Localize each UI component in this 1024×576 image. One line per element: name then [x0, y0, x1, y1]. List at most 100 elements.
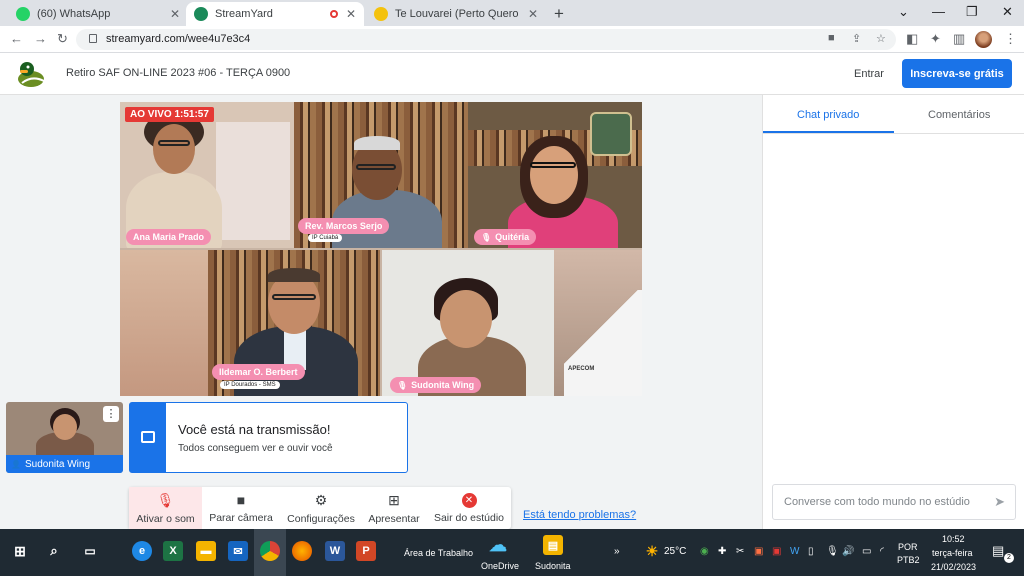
- streamyard-icon: [194, 7, 208, 21]
- mic-off-icon: 🎙: [156, 491, 175, 508]
- tray-app-icon[interactable]: W: [790, 546, 799, 557]
- broadcast-stage: AO VIVO 1:51:57 Ana Maria Prado Rev. Mar…: [120, 102, 642, 396]
- chat-input-placeholder: Converse com todo mundo no estúdio: [784, 496, 970, 508]
- minimize-icon[interactable]: —: [932, 4, 945, 19]
- tab-whatsapp[interactable]: (60) WhatsApp ✕: [8, 2, 188, 26]
- puzzle-icon[interactable]: ✦: [930, 31, 941, 47]
- studio-controls: 🎙 Ativar o som ■ Parar câmera ⚙ Configur…: [129, 487, 511, 529]
- profile-avatar[interactable]: [975, 31, 992, 48]
- tab-streamyard[interactable]: StreamYard ✕: [186, 2, 364, 26]
- notification-count: 2: [1004, 553, 1014, 563]
- reload-icon[interactable]: ↻: [57, 31, 68, 47]
- excel-icon[interactable]: X: [163, 541, 183, 561]
- tray-app-icon[interactable]: ▯: [808, 546, 814, 557]
- tab-te-louvarei[interactable]: Te Louvarei (Perto Quero Estar) - ✕: [366, 2, 546, 26]
- onedrive-label[interactable]: OneDrive: [481, 561, 519, 571]
- clock-weekday[interactable]: terça-feira: [932, 548, 973, 558]
- windows-taskbar: ⊞ ⌕ ▭ e X ▬ ✉ W P Área de Trabalho ☁ One…: [0, 529, 1024, 576]
- tray-app-icon[interactable]: ✚: [718, 546, 726, 557]
- self-name-bar: 👤 Sudonita Wing: [6, 455, 123, 473]
- temperature[interactable]: 25°C: [664, 546, 686, 557]
- browser-toolbar: ← → ↻ streamyard.com/wee4u7e3c4 ■ ⇪ ☆ ◧ …: [0, 26, 1024, 53]
- smiley-icon: [374, 7, 388, 21]
- powerpoint-icon[interactable]: P: [356, 541, 376, 561]
- clock-time[interactable]: 10:52: [942, 534, 965, 544]
- tray-app-icon[interactable]: ▣: [772, 546, 781, 557]
- share-icon[interactable]: ⇪: [852, 32, 861, 45]
- chat-input[interactable]: Converse com todo mundo no estúdio ➤: [772, 484, 1016, 520]
- signup-button[interactable]: Inscreva-se grátis: [902, 59, 1012, 88]
- microphone-icon[interactable]: 🎙: [826, 546, 839, 557]
- tray-app-icon[interactable]: ▣: [754, 546, 763, 557]
- onedrive-icon[interactable]: ☁: [488, 535, 508, 555]
- login-link[interactable]: Entrar: [854, 68, 884, 80]
- restore-icon[interactable]: ❐: [966, 4, 978, 20]
- weather-icon[interactable]: ☀: [642, 541, 662, 561]
- overflow-chevron-icon[interactable]: »: [614, 546, 620, 557]
- tab-search-icon[interactable]: ⌄: [898, 4, 909, 20]
- present-button[interactable]: ⊞ Apresentar: [363, 487, 425, 529]
- wifi-icon[interactable]: ◜: [880, 546, 884, 557]
- battery-icon[interactable]: ▭: [862, 546, 871, 557]
- glasses: [356, 164, 396, 170]
- leave-studio-button[interactable]: ✕ Sair do estúdio: [427, 487, 511, 529]
- mail-icon[interactable]: ✉: [228, 541, 248, 561]
- new-tab-icon[interactable]: +: [554, 4, 564, 24]
- edge-icon[interactable]: e: [132, 541, 152, 561]
- close-window-icon[interactable]: ✕: [1002, 4, 1013, 20]
- present-label: Apresentar: [368, 512, 420, 525]
- tray-app-icon[interactable]: ◉: [700, 546, 709, 557]
- having-problems-link[interactable]: Está tendo problemas?: [523, 509, 636, 521]
- send-icon[interactable]: ➤: [994, 494, 1005, 510]
- participant-face: [440, 290, 492, 348]
- stop-camera-button[interactable]: ■ Parar câmera: [205, 487, 277, 529]
- tab-private-chat[interactable]: Chat privado: [797, 109, 859, 121]
- extension-icon[interactable]: ◧: [906, 31, 918, 47]
- search-icon[interactable]: ⌕: [44, 541, 64, 561]
- notifications-icon[interactable]: ▤: [992, 543, 1004, 559]
- address-bar[interactable]: streamyard.com/wee4u7e3c4 ■ ⇪ ☆: [76, 29, 896, 50]
- side-panel-icon[interactable]: ▥: [953, 31, 965, 47]
- unmute-button[interactable]: 🎙 Ativar o som: [129, 487, 202, 529]
- close-tab-icon[interactable]: ✕: [528, 7, 538, 21]
- folder-icon[interactable]: ▤: [543, 535, 563, 555]
- settings-button[interactable]: ⚙ Configurações: [281, 487, 361, 529]
- back-icon[interactable]: ←: [10, 31, 23, 46]
- glasses: [530, 162, 576, 168]
- streamyard-logo: [18, 62, 45, 87]
- close-tab-icon[interactable]: ✕: [346, 7, 356, 21]
- participant-tile: 🎙 Quitéria: [468, 102, 642, 248]
- self-preview[interactable]: ⋮ 👤 Sudonita Wing: [6, 402, 123, 473]
- participant-name: 🎙 Quitéria: [474, 229, 537, 245]
- volume-icon[interactable]: 🔊: [842, 546, 854, 557]
- clock-date[interactable]: 21/02/2023: [931, 562, 976, 572]
- chrome-icon[interactable]: [260, 541, 280, 561]
- tab-title: StreamYard: [215, 8, 273, 20]
- task-view-icon[interactable]: ▭: [80, 541, 100, 561]
- browser-tab-strip: (60) WhatsApp ✕ StreamYard ✕ Te Louvarei…: [0, 0, 1024, 26]
- firefox-icon[interactable]: [292, 541, 312, 561]
- file-explorer-icon[interactable]: ▬: [196, 541, 216, 561]
- tab-comments[interactable]: Comentários: [928, 109, 990, 121]
- sudonita-folder-label[interactable]: Sudonita: [535, 561, 571, 571]
- close-tab-icon[interactable]: ✕: [170, 7, 180, 21]
- word-icon[interactable]: W: [325, 541, 345, 561]
- keyboard-layout[interactable]: PTB2: [897, 555, 920, 565]
- participant-name: Ildemar O. Berbert: [212, 364, 305, 380]
- hair: [268, 268, 320, 282]
- camera-indicator-icon[interactable]: ■: [828, 32, 835, 44]
- forward-icon[interactable]: →: [34, 31, 47, 46]
- notice-accent: [130, 403, 166, 472]
- participant-tile: Rev. Marcos Serjo IP Cuiabá: [294, 102, 468, 248]
- bookmark-star-icon[interactable]: ☆: [876, 32, 886, 45]
- language-indicator[interactable]: POR: [898, 542, 918, 552]
- participant-name: Rev. Marcos Serjo: [298, 218, 390, 234]
- desktop-toolbar-label[interactable]: Área de Trabalho: [404, 548, 473, 558]
- windows-start-icon[interactable]: ⊞: [10, 541, 30, 561]
- person-icon: 👤: [11, 459, 21, 469]
- chat-panel: Chat privado Comentários Converse com to…: [762, 95, 1024, 529]
- tray-app-icon[interactable]: ✂: [736, 546, 744, 557]
- browser-menu-icon[interactable]: ⋮: [1004, 31, 1017, 47]
- streamyard-header: Retiro SAF ON-LINE 2023 #06 - TERÇA 0900…: [0, 53, 1024, 95]
- more-options-icon[interactable]: ⋮: [103, 406, 119, 422]
